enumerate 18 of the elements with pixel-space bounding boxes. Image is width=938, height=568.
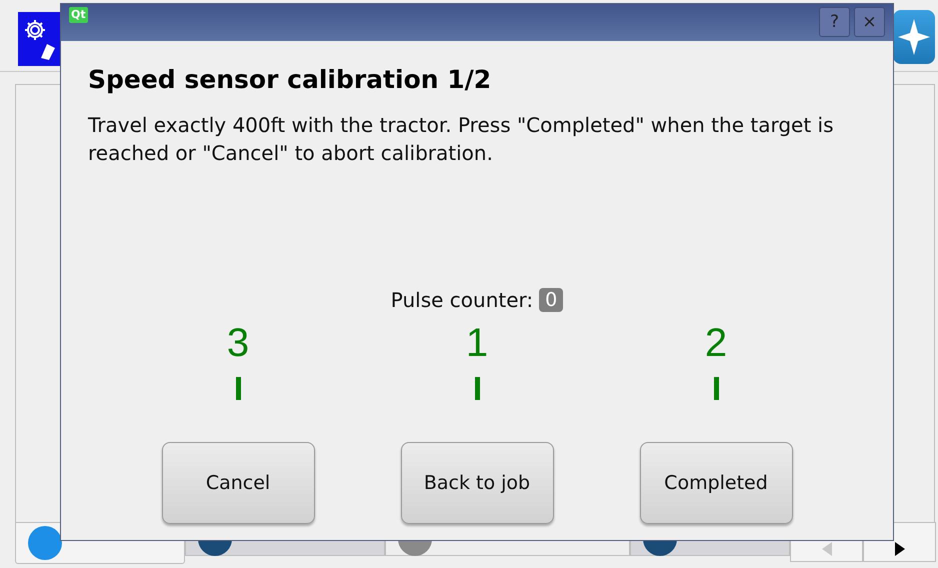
marker-number: 3 [226, 321, 250, 365]
instruction-text: Travel exactly 400ft with the tractor. Press "Completed" when the target is reached or "Cancel" to abort calibration. [88, 112, 834, 167]
settings-icon[interactable] [18, 12, 62, 66]
pulse-counter-label: Pulse counter: [390, 287, 534, 314]
marker-tick [236, 377, 240, 400]
marker-number: 1 [466, 321, 488, 365]
compass-icon[interactable] [893, 10, 935, 64]
dialog-heading: Speed sensor calibration 1/2 [88, 65, 492, 95]
triangle-icon [894, 542, 904, 556]
qt-logo: Qt [69, 7, 88, 23]
marker-tick [474, 377, 480, 400]
marker-tick [714, 377, 718, 400]
dialog-button[interactable]: Cancel [162, 442, 314, 524]
dialog-button[interactable]: Back to job [400, 442, 554, 524]
pulse-counter-value: 0 [539, 288, 564, 312]
dialog-button[interactable]: Completed [640, 442, 792, 524]
triangle-icon [822, 542, 832, 556]
marker-number: 2 [704, 321, 728, 365]
